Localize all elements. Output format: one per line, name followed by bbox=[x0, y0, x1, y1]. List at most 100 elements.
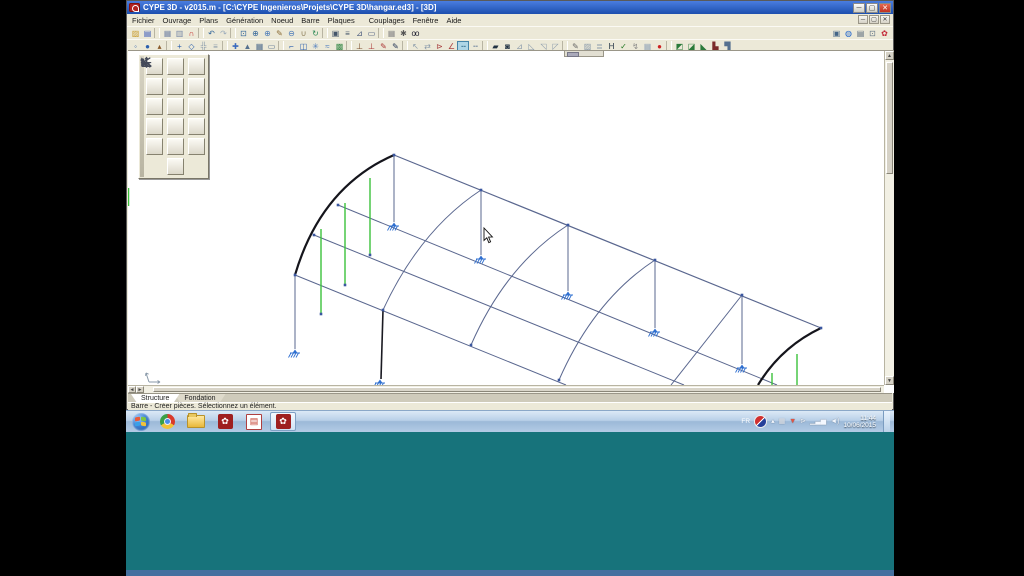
scroll-right-button[interactable]: ► bbox=[136, 386, 144, 393]
menu-plaques[interactable]: Plaques bbox=[328, 16, 355, 25]
horizontal-scrollbar[interactable]: ◄ ► bbox=[128, 385, 884, 393]
licenses-icon[interactable]: ∩ bbox=[185, 28, 197, 39]
perspective-icon[interactable]: ⊿ bbox=[353, 28, 365, 39]
mini-slider[interactable] bbox=[564, 50, 604, 57]
view-orientation-11[interactable] bbox=[167, 118, 184, 135]
view-palette[interactable] bbox=[138, 54, 209, 179]
scroll-down-button[interactable]: ▼ bbox=[885, 376, 894, 385]
hidden-icons-caret[interactable]: ▴ bbox=[771, 417, 775, 427]
redo-icon[interactable]: ↷ bbox=[217, 28, 229, 39]
drawing-canvas[interactable]: ▲ ▼ ◄ ► bbox=[128, 50, 894, 393]
taskbar-cype-plans[interactable]: ▤ bbox=[241, 412, 267, 431]
scroll-up-button[interactable]: ▲ bbox=[885, 51, 894, 60]
view-orientation-2[interactable] bbox=[167, 58, 184, 75]
search-binoculars-icon[interactable]: oo bbox=[409, 28, 421, 39]
toolbar-separator bbox=[198, 28, 204, 38]
clock-time: 11:44 bbox=[843, 415, 876, 422]
view-orientation-5[interactable] bbox=[167, 78, 184, 95]
view-orientation-6[interactable] bbox=[188, 78, 205, 95]
structure-wireframe[interactable] bbox=[128, 51, 894, 394]
measure-icon[interactable]: ✎ bbox=[273, 28, 285, 39]
close-button[interactable]: ✕ bbox=[879, 3, 891, 13]
tab-structure[interactable]: Structure bbox=[131, 394, 179, 403]
title-bar[interactable]: CYPE 3D - v2015.m - [C:\CYPE Ingenieros\… bbox=[127, 1, 893, 14]
menu-fenêtre[interactable]: Fenêtre bbox=[413, 16, 439, 25]
view-orientation-4[interactable] bbox=[146, 78, 163, 95]
toolbar-top: ▨▤▦▥∩↶↷⊡⊕⊕✎⊖∪↻▣≡⊿▭▦✱oo ▣◍▤⊡✿ bbox=[127, 26, 893, 39]
horizontal-scroll-thumb[interactable] bbox=[153, 387, 881, 392]
settings-icon[interactable]: ✱ bbox=[397, 28, 409, 39]
view-orientation-10[interactable] bbox=[146, 118, 163, 135]
vertical-scrollbar[interactable]: ▲ ▼ bbox=[884, 51, 894, 385]
menu-fichier[interactable]: Fichier bbox=[132, 16, 155, 25]
menu-génération[interactable]: Génération bbox=[226, 16, 263, 25]
ortho-view-icon[interactable]: ▭ bbox=[365, 28, 377, 39]
volume-icon[interactable]: ◄) bbox=[830, 417, 839, 427]
zoom-extents-icon[interactable]: ⊕ bbox=[249, 28, 261, 39]
taskbar-explorer[interactable] bbox=[183, 412, 209, 431]
import-table-icon[interactable]: ▦ bbox=[161, 28, 173, 39]
view-orientation-13[interactable] bbox=[146, 138, 163, 155]
taskbar-cype[interactable]: ✿ bbox=[212, 412, 238, 431]
tray-grid-icon[interactable]: ▦ bbox=[779, 417, 786, 427]
menu-aide[interactable]: Aide bbox=[446, 16, 461, 25]
show-desktop-button[interactable] bbox=[883, 411, 890, 433]
window-cascade-icon[interactable]: ▣ bbox=[830, 28, 842, 39]
start-button[interactable] bbox=[132, 413, 150, 431]
vertical-scroll-thumb[interactable] bbox=[886, 62, 893, 174]
taskbar-chrome[interactable] bbox=[154, 412, 180, 431]
view-orientation-8[interactable] bbox=[167, 98, 184, 115]
view-orientation-9[interactable] bbox=[188, 98, 205, 115]
zoom-out-icon[interactable]: ⊖ bbox=[285, 28, 297, 39]
cype3d-window: CYPE 3D - v2015.m - [C:\CYPE Ingenieros\… bbox=[126, 0, 894, 410]
toolbar-separator bbox=[378, 28, 384, 38]
menu-noeud[interactable]: Noeud bbox=[271, 16, 293, 25]
scroll-left-button[interactable]: ◄ bbox=[128, 386, 136, 393]
action-center-flag-icon[interactable]: ⊳ bbox=[800, 417, 806, 427]
doc-close-button[interactable]: ✕ bbox=[880, 15, 890, 24]
toolbar-separator bbox=[230, 28, 236, 38]
menu-ouvrage[interactable]: Ouvrage bbox=[163, 16, 192, 25]
menu-barre[interactable]: Barre bbox=[301, 16, 319, 25]
pinwheel-tray-icon[interactable] bbox=[754, 415, 767, 428]
snapshot-icon[interactable]: ⊡ bbox=[866, 28, 878, 39]
zoom-window-icon[interactable]: ⊡ bbox=[237, 28, 249, 39]
options-grid-icon[interactable]: ▦ bbox=[385, 28, 397, 39]
save-icon[interactable]: ▤ bbox=[141, 28, 153, 39]
view-orientation-16[interactable] bbox=[167, 158, 184, 175]
undo-icon[interactable]: ↶ bbox=[205, 28, 217, 39]
network-icon[interactable]: ▁▃▅ bbox=[810, 417, 826, 427]
taskbar-cype3d[interactable]: ✿ bbox=[270, 412, 296, 431]
maximize-button[interactable]: ▢ bbox=[866, 3, 878, 13]
taskbar-cype3d-icon: ✿ bbox=[276, 414, 291, 429]
view-orientation-7[interactable] bbox=[146, 98, 163, 115]
doc-restore-button[interactable]: ▢ bbox=[869, 15, 879, 24]
open-file-icon[interactable]: ▨ bbox=[129, 28, 141, 39]
minimize-button[interactable]: ─ bbox=[853, 3, 865, 13]
menu-plans[interactable]: Plans bbox=[199, 16, 218, 25]
web-globe-icon[interactable]: ◍ bbox=[842, 28, 854, 39]
view-orientation-14[interactable] bbox=[167, 138, 184, 155]
zoom-in-icon[interactable]: ⊕ bbox=[261, 28, 273, 39]
tray-alert-icon[interactable]: ▼ bbox=[789, 417, 796, 427]
clock-date: 10/06/2015 bbox=[843, 422, 876, 429]
pan-hand-icon[interactable]: ∪ bbox=[297, 28, 309, 39]
fullscreen-icon[interactable]: ▣ bbox=[329, 28, 341, 39]
redraw-icon[interactable]: ↻ bbox=[309, 28, 321, 39]
teal-band bbox=[126, 432, 894, 570]
print-icon[interactable]: ▤ bbox=[854, 28, 866, 39]
menu-couplages[interactable]: Couplages bbox=[369, 16, 405, 25]
system-tray: FR ▴ ▦▼ ⊳ ▁▃▅ ◄) 11:44 10/06/2015 bbox=[741, 411, 892, 433]
doc-minimize-button[interactable]: ─ bbox=[858, 15, 868, 24]
view-orientation-12[interactable] bbox=[188, 118, 205, 135]
labels-icon[interactable]: ≡ bbox=[341, 28, 353, 39]
window-title: CYPE 3D - v2015.m - [C:\CYPE Ingenieros\… bbox=[143, 3, 850, 12]
taskbar-clock[interactable]: 11:44 10/06/2015 bbox=[843, 415, 876, 429]
view-orientation-3[interactable] bbox=[188, 58, 205, 75]
language-indicator[interactable]: FR bbox=[741, 418, 750, 425]
view-orientation-15[interactable] bbox=[188, 138, 205, 155]
report-icon[interactable]: ▥ bbox=[173, 28, 185, 39]
cype-logo-icon[interactable]: ✿ bbox=[878, 28, 890, 39]
bottom-blue-strip bbox=[126, 570, 894, 576]
taskbar-explorer-icon bbox=[187, 415, 205, 428]
